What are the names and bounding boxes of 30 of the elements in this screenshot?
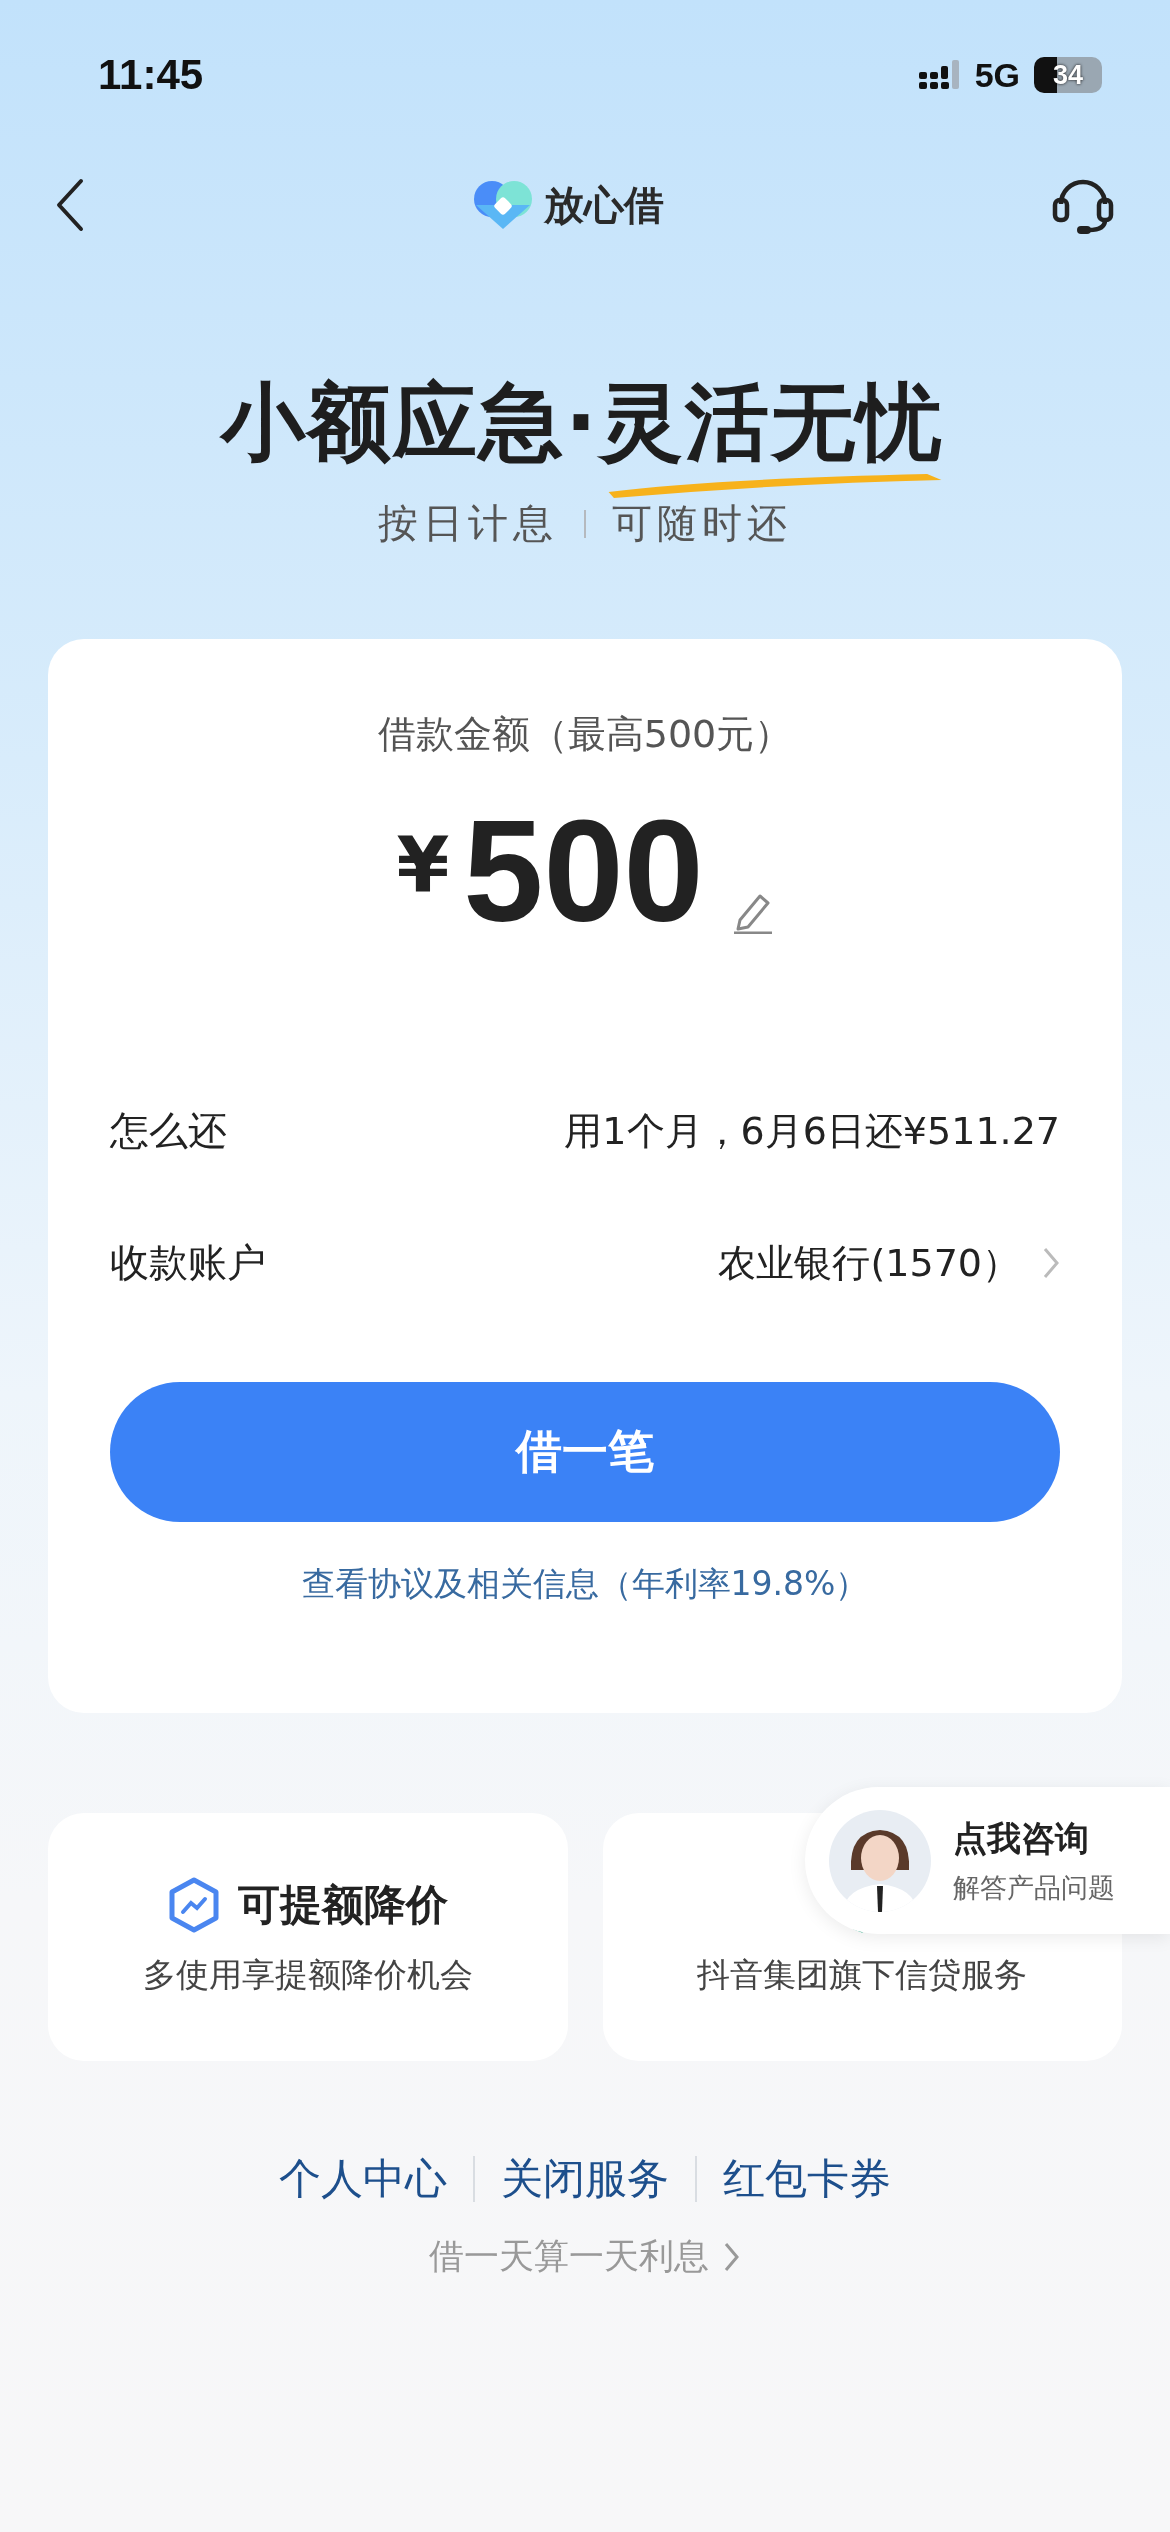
feature-tag: 可随时还 — [612, 496, 792, 552]
row-value: 用1个月，6月6日还¥511.27 — [564, 1107, 1060, 1155]
row-value[interactable]: 农业银行(1570） — [718, 1237, 1020, 1289]
amount-label: 借款金额（最高500元） — [377, 711, 793, 759]
feature-tag: 按日计息 — [378, 496, 558, 552]
benefit-subtitle: 多使用享提额降价机会 — [142, 1953, 473, 1996]
benefit-title: 可提额降价 — [237, 1878, 448, 1931]
loan-amount: 500 — [463, 800, 704, 945]
consult-subtitle: 解答产品问题 — [953, 1870, 1115, 1905]
borrow-button[interactable]: 借一笔 — [110, 1382, 1060, 1523]
benefit-subtitle: 抖音集团旗下信贷服务 — [697, 1953, 1028, 1996]
footer-link[interactable]: 红包卡券 — [723, 2151, 891, 2208]
trend-icon — [167, 1876, 220, 1933]
row-label: 怎么还 — [110, 1107, 227, 1156]
headline-highlight: 灵活无忧 — [598, 376, 944, 469]
footer-link[interactable]: 个人中心 — [279, 2151, 447, 2208]
agreement-link[interactable]: 查看协议及相关信息（年利率19.8%） — [301, 1562, 869, 1608]
signal-icon — [918, 60, 961, 90]
logo-icon — [472, 179, 534, 231]
footer-link[interactable]: 关闭服务 — [501, 2151, 669, 2208]
network-label: 5G — [974, 55, 1020, 95]
consult-title: 点我咨询 — [953, 1816, 1090, 1860]
status-time: 11:45 — [98, 51, 204, 99]
consult-bubble[interactable]: 点我咨询 解答产品问题 — [805, 1787, 1170, 1935]
app-title: 放心借 — [544, 180, 664, 230]
chevron-icon[interactable] — [1042, 1246, 1060, 1281]
currency-sign: ¥ — [396, 821, 450, 911]
row-label: 收款账户 — [110, 1239, 266, 1288]
chevron-icon[interactable] — [723, 2240, 741, 2273]
back-icon[interactable] — [55, 178, 85, 232]
